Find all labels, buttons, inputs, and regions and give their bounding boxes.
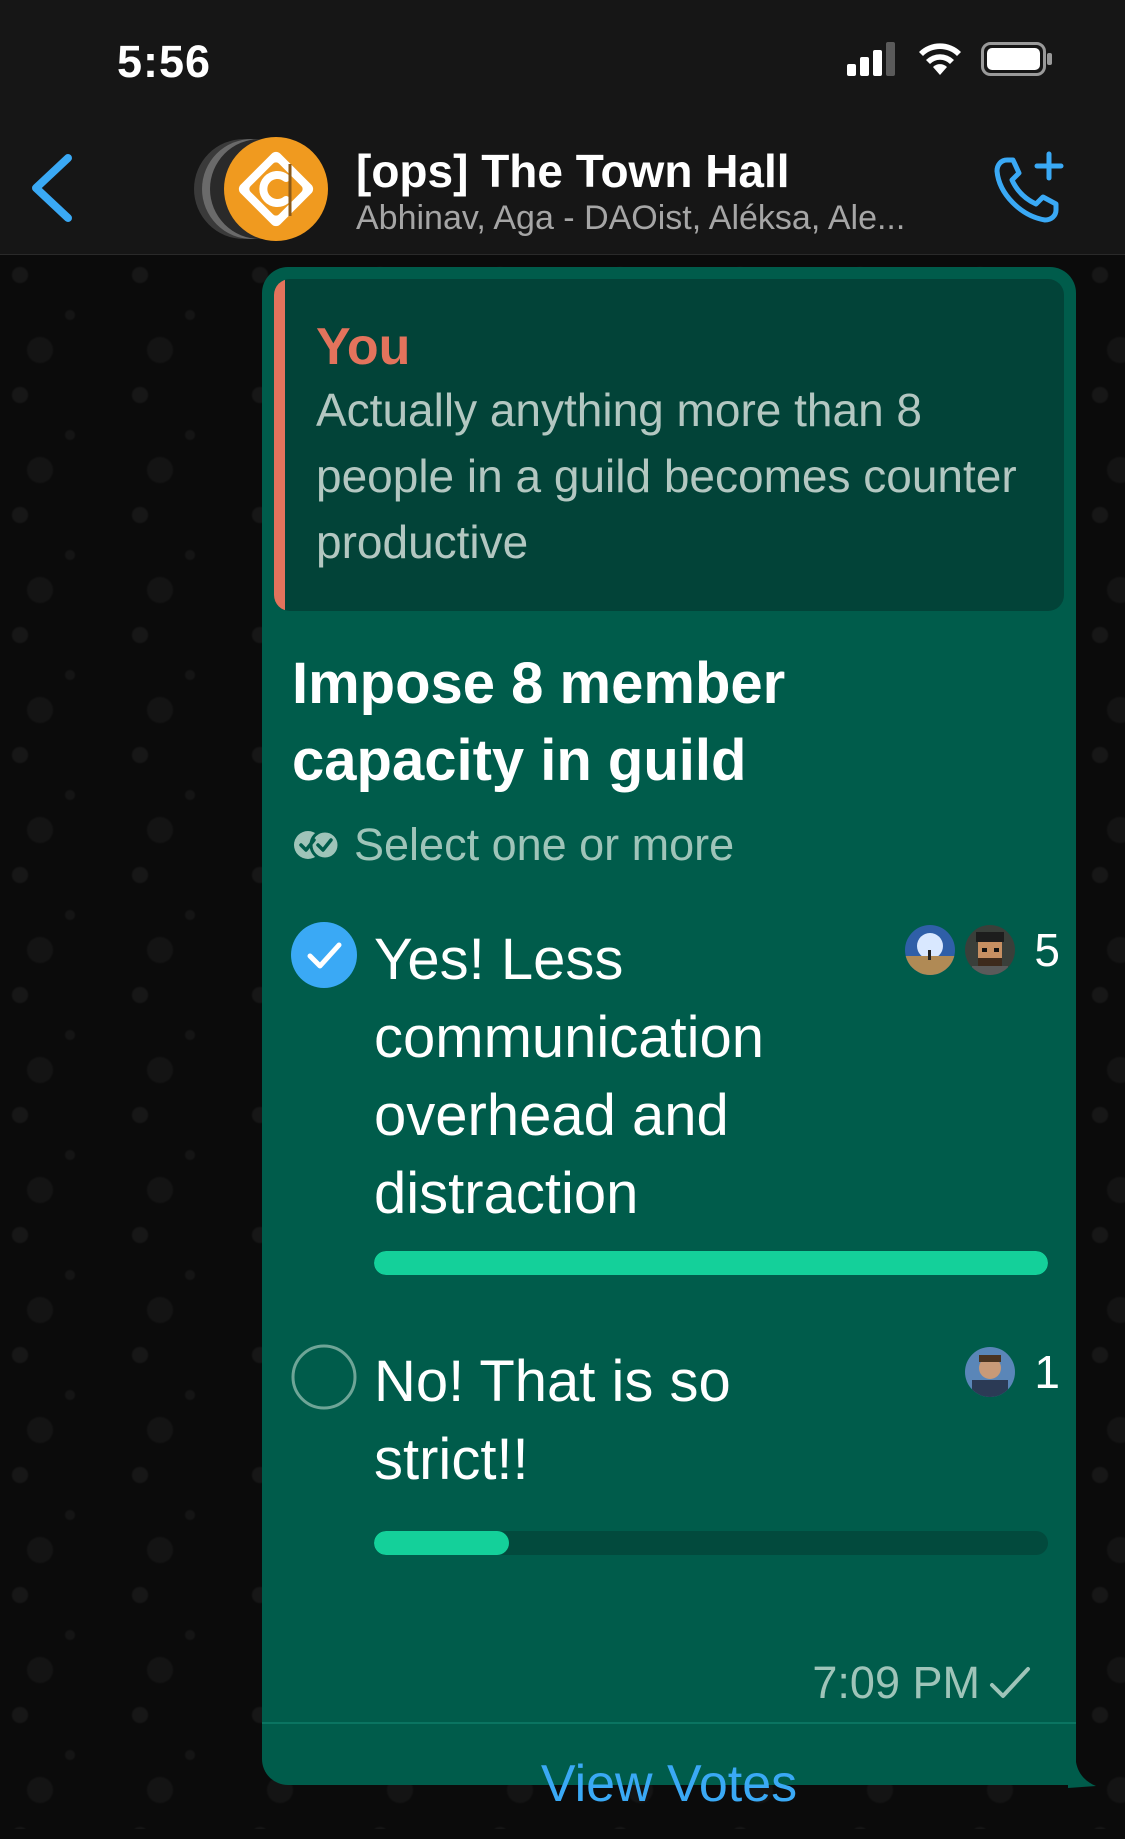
sent-check-icon <box>990 1667 1030 1698</box>
poll-option-voters[interactable]: 1 <box>964 1343 1060 1401</box>
chat-members[interactable]: Abhinav, Aga - DAOist, Aléksa, Ale... <box>356 199 905 238</box>
group-logo-icon <box>194 137 328 241</box>
add-call-button[interactable] <box>991 150 1067 226</box>
quoted-text: Actually anything more than 8 people in … <box>316 384 1017 568</box>
poll-question: Impose 8 member capacity in guild <box>292 651 786 793</box>
phone-plus-icon <box>994 151 1064 223</box>
poll-option-yes[interactable]: Yes! Less communication overhead and dis… <box>290 921 1060 1301</box>
poll-message-bubble[interactable]: You Actually anything more than 8 people… <box>262 267 1076 1813</box>
quoted-reply[interactable]: You Actually anything more than 8 people… <box>274 279 1064 611</box>
poll-option-label: No! That is so strict!! <box>374 1349 731 1492</box>
poll-option-count: 5 <box>1034 924 1060 976</box>
poll-option-no[interactable]: No! That is so strict!! 1 <box>290 1343 1060 1563</box>
chat-title[interactable]: [ops] The Town Hall <box>356 144 790 198</box>
poll-progress-track <box>374 1531 1048 1555</box>
message-time: 7:09 PM <box>812 1657 980 1708</box>
double-check-icon <box>294 829 341 861</box>
poll-progress-fill <box>374 1531 509 1555</box>
poll-progress-track <box>374 1251 1048 1275</box>
voter-avatar-portrait <box>965 1347 1016 1397</box>
status-time: 5:56 <box>117 36 212 87</box>
poll-option-count: 1 <box>1034 1346 1060 1398</box>
chevron-left-icon <box>32 154 72 222</box>
back-button[interactable] <box>22 146 82 230</box>
view-votes-button[interactable]: View Votes <box>262 1729 1076 1839</box>
quoted-author: You <box>316 318 411 376</box>
unchecked-circle-icon[interactable] <box>290 1343 358 1411</box>
bubble-divider <box>262 1722 1076 1724</box>
wifi-icon <box>919 43 961 75</box>
checked-circle-icon[interactable] <box>290 921 358 989</box>
message-meta: 7:09 PM <box>812 1657 1032 1709</box>
select-hint: Select one or more <box>292 819 734 871</box>
voter-avatar-pixel <box>965 925 1016 975</box>
cellular-signal-icon <box>847 42 895 76</box>
chat-header: [ops] The Town Hall Abhinav, Aga - DAOis… <box>0 122 1125 255</box>
poll-option-voters[interactable]: 5 <box>904 921 1060 979</box>
status-bar: 5:56 <box>0 0 1125 122</box>
status-icons <box>847 42 1053 76</box>
group-avatar[interactable] <box>186 134 332 244</box>
poll-option-label: Yes! Less communication overhead and dis… <box>374 927 765 1226</box>
quoted-reply-bar <box>274 279 285 611</box>
battery-icon <box>981 42 1052 76</box>
poll-progress-fill <box>374 1251 1048 1275</box>
select-hint-text: Select one or more <box>354 819 735 870</box>
voter-avatar-landscape <box>905 925 956 975</box>
